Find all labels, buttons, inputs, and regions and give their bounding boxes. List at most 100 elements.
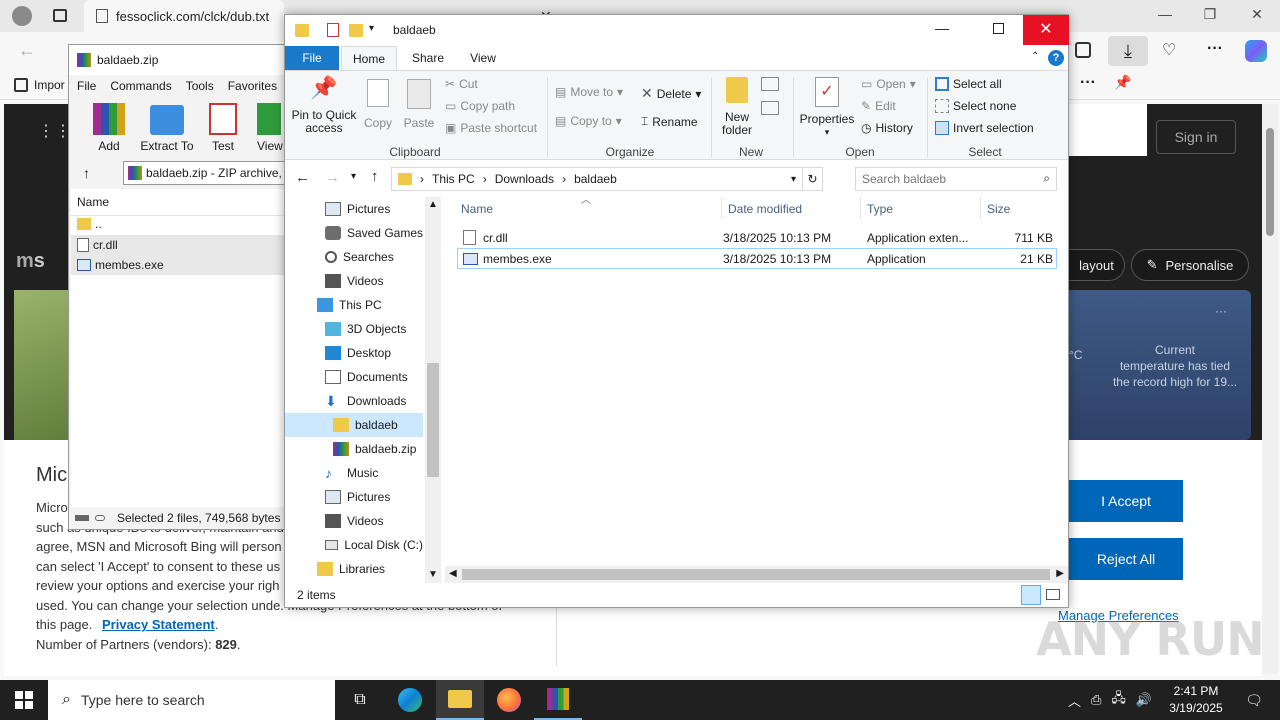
taskbar-search[interactable]: ⌕ Type here to search [48,680,335,720]
pin-to-quick-access-button[interactable]: 📌 Pin to Quick access [291,77,357,135]
properties-quick-icon[interactable] [327,23,339,37]
sign-in-button[interactable]: Sign in [1156,120,1236,154]
close-icon[interactable]: ✕ [1023,15,1069,45]
nav-item-downloads[interactable]: ⬇ Downloads [285,389,423,413]
search-box[interactable]: ⌕ [855,167,1057,191]
scroll-up-icon[interactable]: ▲ [428,199,438,210]
downloads-icon[interactable]: ⤓ [1108,36,1148,66]
new-folder-button[interactable]: New folder [717,77,757,137]
nav-item-music[interactable]: ♪ Music [285,461,423,485]
horizontal-scrollbar[interactable]: ◀ ▶ [445,566,1068,583]
column-header-type[interactable]: Type [860,197,893,219]
browser-essentials-icon[interactable]: ♡ [1162,40,1176,60]
nav-item-this-pc[interactable]: This PC [285,293,423,317]
nav-item-saved-games[interactable]: Saved Games [285,221,423,245]
nav-item-videos[interactable]: Videos [285,269,423,293]
column-header-date[interactable]: Date modified [721,197,802,219]
search-input[interactable] [856,168,1026,190]
minimize-icon[interactable]: — [935,20,949,36]
customize-qat-icon[interactable]: ▾ [369,23,374,34]
pin-icon[interactable]: 📌 [1114,74,1131,91]
scroll-left-icon[interactable]: ◀ [449,568,457,579]
copy-button[interactable]: Copy [361,79,395,130]
copy-to-button[interactable]: ▤ Copy to ▾ [555,114,622,128]
cut-button[interactable]: ✂ Cut [445,77,478,91]
column-header-name[interactable]: Name [461,202,493,216]
table-row[interactable]: membes.exe 3/18/2025 10:13 PM Applicatio… [457,248,1057,269]
nav-item-local-disk[interactable]: Local Disk (C:) [285,533,423,557]
paste-shortcut-button[interactable]: ▣ Paste shortcut [445,121,537,135]
network-icon[interactable]: 🖧 [1111,689,1126,711]
meet-now-icon[interactable]: ⎙ [1091,692,1101,708]
history-button[interactable]: ◷ History [861,121,913,135]
restore-icon[interactable]: ❐ [1190,6,1230,26]
weather-card[interactable]: °C Current temperature has tied the record… [1069,290,1251,440]
clock[interactable]: 2:41 PM 3/19/2025 [1160,683,1232,717]
add-button[interactable]: Add [91,103,127,153]
tab-home[interactable]: Home [341,46,397,71]
up-icon[interactable]: ↑ [371,168,379,185]
menu-favorites[interactable]: Favorites [228,79,277,93]
personalise-button[interactable]: ✎ Personalise [1131,249,1249,281]
help-icon[interactable]: ? [1048,50,1064,66]
scroll-right-icon[interactable]: ▶ [1056,568,1064,579]
table-row[interactable]: cr.dll 3/18/2025 10:13 PM Application ex… [457,227,1057,248]
scroll-thumb[interactable] [427,363,439,477]
extensions-icon[interactable] [1075,42,1091,58]
chevron-up-icon[interactable]: ︿ [1068,691,1081,710]
back-icon[interactable]: ← [18,40,36,61]
back-icon[interactable]: ← [295,169,310,186]
nav-item-searches[interactable]: Searches [285,245,423,269]
properties-button[interactable]: ✓ Properties ▾ [799,77,855,139]
details-view-icon[interactable] [1021,585,1041,605]
edit-button[interactable]: ✎ Edit [861,99,896,113]
breadcrumb-downloads[interactable]: Downloads [495,172,554,186]
select-all-button[interactable]: Select all [935,77,1002,91]
name-column-header[interactable]: Name [77,195,109,209]
tab-share[interactable]: Share [403,46,453,70]
delete-button[interactable]: ✕ Delete ▾ [641,85,701,102]
select-none-button[interactable]: Select none [935,99,1016,113]
menu-tools[interactable]: Tools [186,79,214,93]
list-item[interactable]: membes.exe [71,255,285,275]
privacy-statement-link[interactable]: Privacy Statement [102,617,215,632]
scroll-thumb[interactable] [1266,128,1274,236]
column-header-size[interactable]: Size [980,197,1010,219]
maximize-icon[interactable] [993,23,1004,34]
breadcrumb-this-pc[interactable]: This PC [432,172,475,186]
copy-path-button[interactable]: ▭ Copy path [445,99,515,113]
volume-icon[interactable]: 🔊 [1136,692,1152,708]
profile-icon[interactable] [12,6,32,26]
weather-more-icon[interactable]: ··· [1215,304,1227,318]
tab-fessoclick[interactable]: fessoclick.com/clck/dub.txt [84,0,284,32]
nav-item-baldaeb-zip[interactable]: baldaeb.zip [285,437,423,461]
address-dropdown-icon[interactable]: ▾ [791,174,796,185]
tab-view[interactable]: View [459,46,507,70]
nav-item-pictures[interactable]: Pictures [285,197,423,221]
collapse-ribbon-icon[interactable]: ⌃ [1031,51,1039,62]
menu-file[interactable]: File [77,79,96,93]
nav-item-pictures-2[interactable]: Pictures [285,485,423,509]
up-button[interactable]: ↑ [83,165,90,181]
test-button[interactable]: Test [205,103,241,153]
accept-button[interactable]: I Accept [1069,480,1183,522]
nav-item-documents[interactable]: Documents [285,365,423,389]
move-to-button[interactable]: ▤ Move to ▾ [555,85,623,99]
new-folder-quick-icon[interactable] [349,24,363,37]
breadcrumb-baldaeb[interactable]: baldaeb [574,172,617,186]
more-icon[interactable]: ··· [1207,40,1223,58]
reject-all-button[interactable]: Reject All [1069,538,1183,580]
list-item[interactable]: cr.dll [71,235,285,255]
more-tools-icon[interactable]: ··· [1080,74,1096,92]
extract-to-button[interactable]: Extract To [139,103,195,153]
copilot-icon[interactable] [1245,40,1267,62]
page-scrollbar[interactable] [1262,104,1278,674]
nav-item-baldaeb[interactable]: baldaeb [285,413,423,437]
firefox-button[interactable] [485,680,533,720]
import-favorites[interactable]: Impor [14,78,65,92]
minimize-icon[interactable]: — [1145,6,1185,26]
edge-button[interactable] [386,680,434,720]
large-icons-view-icon[interactable] [1046,589,1060,600]
list-item[interactable]: .. [77,217,102,231]
open-button[interactable]: ▭ Open ▾ [861,77,916,91]
